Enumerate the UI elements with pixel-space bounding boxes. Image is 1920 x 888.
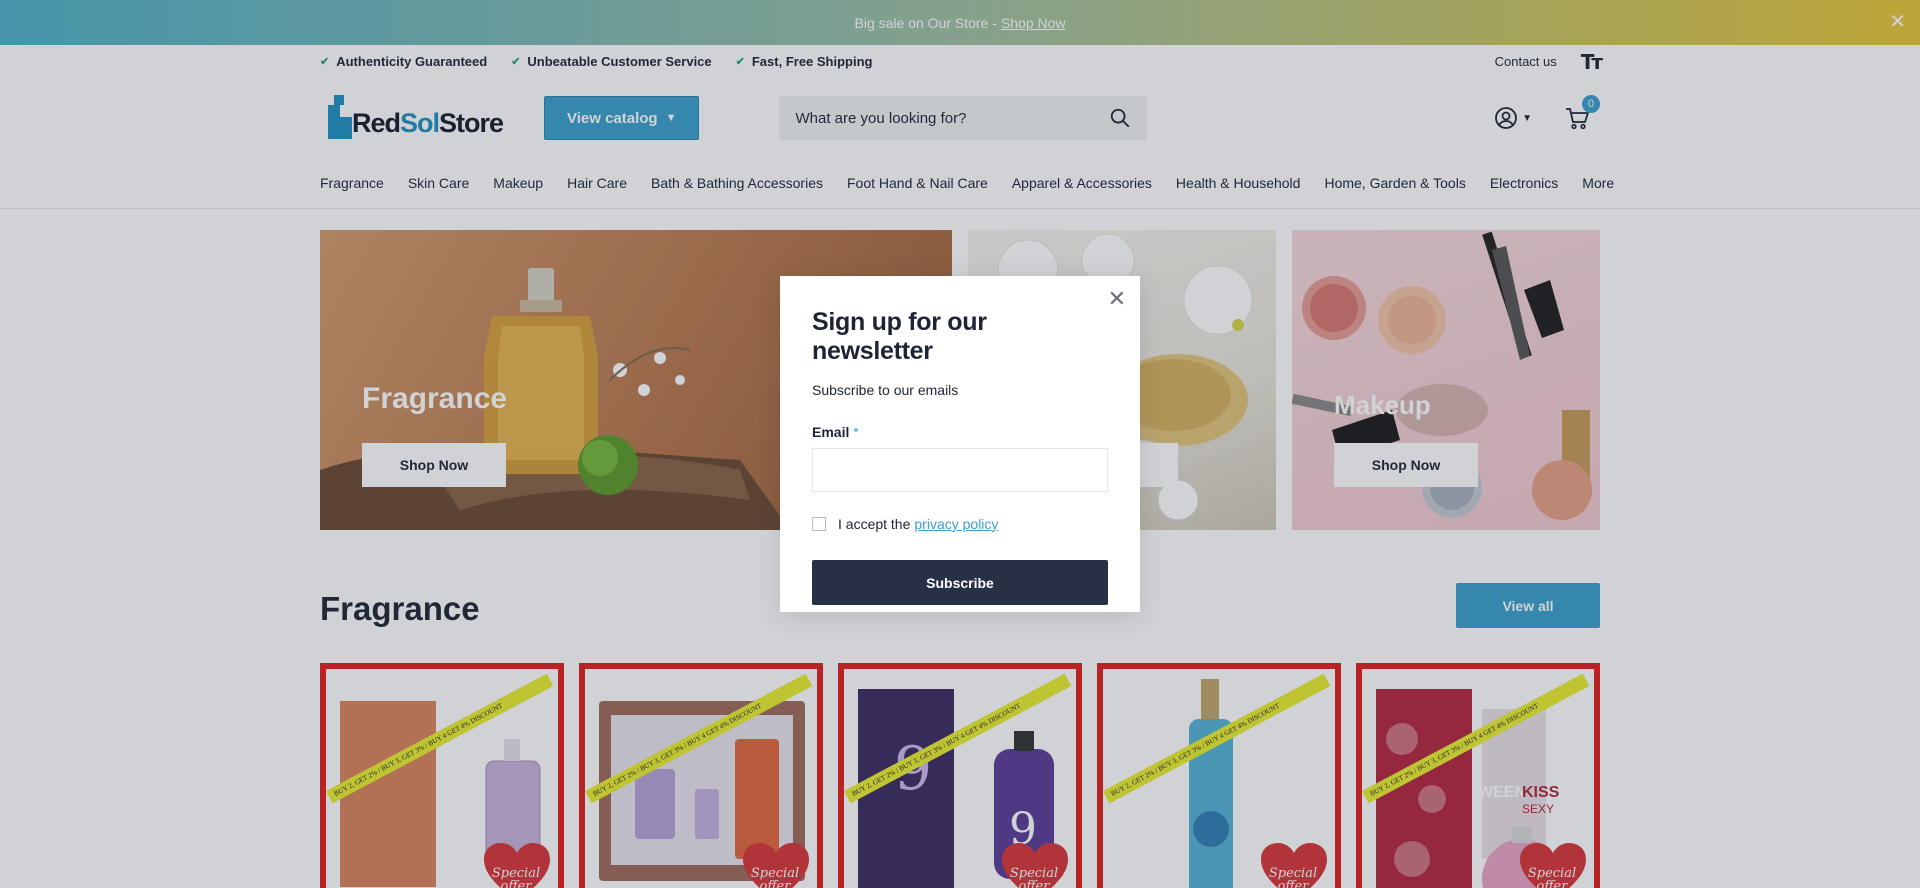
email-field[interactable] (812, 448, 1108, 492)
required-mark: * (853, 424, 859, 440)
subscribe-button[interactable]: Subscribe (812, 560, 1108, 605)
email-label: Email * (812, 424, 859, 440)
newsletter-modal: ✕ Sign up for our newsletter Subscribe t… (780, 276, 1140, 612)
accept-text: I accept the (838, 516, 911, 532)
close-icon[interactable]: ✕ (1108, 286, 1126, 312)
modal-subtitle: Subscribe to our emails (812, 382, 959, 398)
privacy-policy-link[interactable]: privacy policy (914, 516, 998, 532)
modal-title: Sign up for our newsletter (812, 308, 987, 365)
privacy-checkbox[interactable] (812, 517, 826, 531)
privacy-consent: I accept the privacy policy (812, 516, 1108, 532)
